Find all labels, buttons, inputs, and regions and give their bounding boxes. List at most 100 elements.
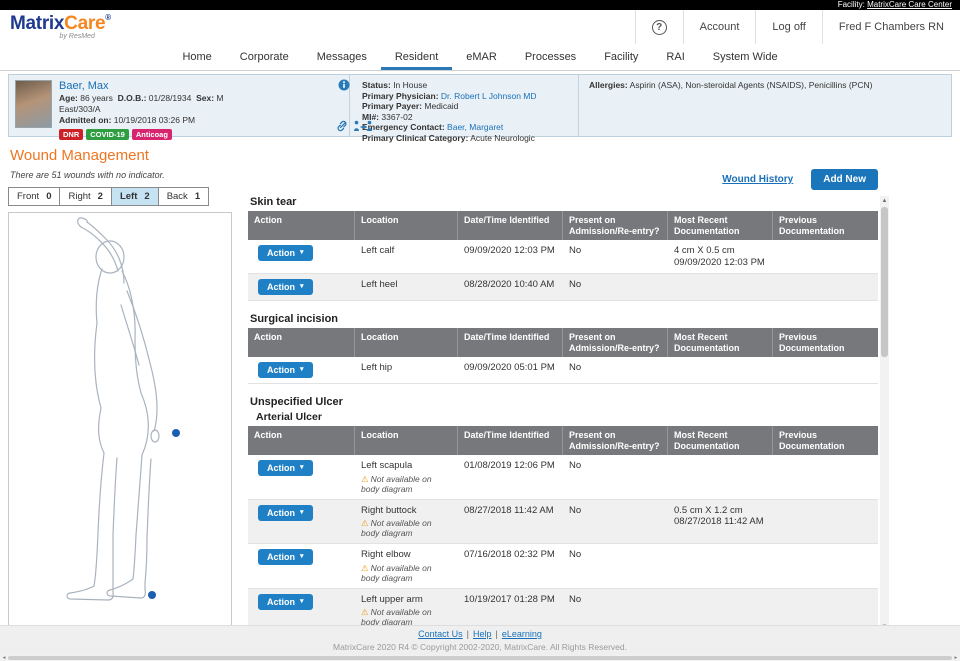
wound-sections: Skin tearActionLocationDate/Time Identif… — [248, 196, 878, 632]
payer-value: Medicaid — [424, 101, 458, 111]
physician-link[interactable]: Dr. Robert L Johnson MD — [441, 91, 537, 101]
caret-down-icon: ▾ — [300, 464, 304, 472]
sex-label: Sex: — [196, 93, 214, 103]
nav-tab-processes[interactable]: Processes — [511, 44, 590, 70]
footer-link-contact-us[interactable]: Contact Us — [418, 629, 463, 639]
column-header-most-recent-documentation: Most Recent Documentation — [668, 328, 773, 357]
location-text: Right elbow — [361, 549, 452, 561]
previous-doc-cell — [773, 544, 878, 588]
nav-tab-system-wide[interactable]: System Wide — [699, 44, 792, 70]
column-header-present-on-admission-re-entry-: Present on Admission/Re-entry? — [563, 211, 668, 240]
caret-down-icon: ▾ — [300, 249, 304, 257]
action-button[interactable]: Action▾ — [258, 362, 313, 378]
nav-tab-rai[interactable]: RAI — [652, 44, 698, 70]
action-button[interactable]: Action▾ — [258, 460, 313, 476]
present-on-admission-cell: No — [563, 274, 668, 300]
position-tab-right[interactable]: Right2 — [60, 188, 111, 205]
section-title-unspecified-ulcer: Unspecified Ulcer — [250, 396, 878, 408]
footer-links: Contact Us|Help|eLearning — [0, 629, 960, 640]
column-header-most-recent-documentation: Most Recent Documentation — [668, 426, 773, 455]
nav-tab-messages[interactable]: Messages — [303, 44, 381, 70]
dob-label: D.O.B.: — [118, 93, 147, 103]
sex-value: M — [216, 93, 223, 103]
present-on-admission-cell: No — [563, 240, 668, 273]
horizontal-scrollbar[interactable]: ◄ ► — [0, 655, 960, 661]
emergency-contact-link[interactable]: Baer, Margaret — [447, 122, 503, 132]
column-header-present-on-admission-re-entry-: Present on Admission/Re-entry? — [563, 426, 668, 455]
resident-transfer-icon[interactable] — [353, 120, 373, 132]
action-button[interactable]: Action▾ — [258, 279, 313, 295]
previous-doc-cell — [773, 274, 878, 300]
hscrollbar-thumb[interactable] — [8, 656, 952, 660]
facility-label: Facility: — [838, 0, 865, 9]
present-on-admission-cell: No — [563, 455, 668, 499]
column-header-previous-documentation: Previous Documentation — [773, 426, 878, 455]
wound-table: ActionLocationDate/Time IdentifiedPresen… — [248, 328, 878, 384]
scroll-up-icon[interactable]: ▲ — [880, 196, 889, 206]
action-button[interactable]: Action▾ — [258, 505, 313, 521]
nav-tab-corporate[interactable]: Corporate — [226, 44, 303, 70]
info-icon[interactable] — [338, 79, 350, 91]
footer-link-elearning[interactable]: eLearning — [502, 629, 542, 639]
facility-link[interactable]: MatrixCare Care Center — [867, 0, 952, 9]
action-button[interactable]: Action▾ — [258, 549, 313, 565]
scroll-right-icon[interactable]: ► — [952, 655, 960, 661]
wound-toolbar: Wound History Add New — [248, 169, 878, 190]
footer-link-separator: | — [467, 629, 469, 639]
scrollbar-thumb[interactable] — [881, 207, 888, 357]
action-button[interactable]: Action▾ — [258, 594, 313, 610]
location-cell: Right buttock⚠Not available on body diag… — [355, 500, 458, 544]
wound-indicator-dot[interactable] — [172, 429, 180, 437]
nav-tabs: HomeCorporateMessagesResidenteMARProcess… — [0, 44, 960, 71]
add-new-button[interactable]: Add New — [811, 169, 878, 190]
location-text: Left upper arm — [361, 594, 452, 606]
position-tab-left[interactable]: Left2 — [112, 188, 159, 205]
action-button[interactable]: Action▾ — [258, 245, 313, 261]
wound-table: ActionLocationDate/Time IdentifiedPresen… — [248, 211, 878, 301]
table-scrollbar[interactable]: ▲ ▼ — [880, 196, 889, 632]
copyright-text: MatrixCare 2020 R4 © Copyright 2002-2020… — [0, 642, 960, 652]
badge-covid-19: COVID-19 — [86, 129, 129, 140]
admitted-label: Admitted on: — [59, 115, 111, 125]
warning-text: Not available on body diagram — [361, 607, 432, 627]
present-on-admission-cell: No — [563, 544, 668, 588]
caret-down-icon: ▾ — [300, 283, 304, 291]
wound-table-viewport: Skin tearActionLocationDate/Time Identif… — [248, 196, 878, 632]
nav-tab-facility[interactable]: Facility — [590, 44, 652, 70]
logo-tagline: by ResMed — [10, 33, 111, 40]
section-title-surgical-incision: Surgical incision — [250, 313, 878, 325]
wound-indicator-dot[interactable] — [148, 591, 156, 599]
wound-history-link[interactable]: Wound History — [722, 174, 793, 185]
body-diagram[interactable] — [8, 212, 232, 631]
column-header-location: Location — [355, 328, 458, 357]
patient-allergies: Allergies: Aspirin (ASA), Non-steroidal … — [579, 75, 951, 136]
previous-doc-cell — [773, 500, 878, 544]
nav-tab-resident[interactable]: Resident — [381, 44, 452, 70]
payer-label: Primary Payer: — [362, 101, 422, 111]
location-text: Left hip — [361, 362, 452, 374]
dob-value: 01/28/1934 — [149, 93, 192, 103]
logoff-button[interactable]: Log off — [755, 10, 821, 44]
help-icon: ? — [652, 20, 667, 35]
most-recent-doc-cell: 4 cm X 0.5 cm09/09/2020 12:03 PM — [668, 240, 773, 273]
attachment-icon[interactable] — [336, 120, 348, 132]
nav-tab-home[interactable]: Home — [168, 44, 225, 70]
footer-link-help[interactable]: Help — [473, 629, 492, 639]
position-tab-front[interactable]: Front0 — [9, 188, 60, 205]
warning-icon: ⚠ — [361, 474, 369, 484]
scroll-left-icon[interactable]: ◄ — [0, 655, 8, 661]
location-cell: Left scapula⚠Not available on body diagr… — [355, 455, 458, 499]
warning-text: Not available on body diagram — [361, 563, 432, 583]
account-button[interactable]: Account — [683, 10, 756, 44]
position-tab-back[interactable]: Back1 — [159, 188, 208, 205]
patient-name-link[interactable]: Baer, Max — [59, 80, 224, 92]
nav-tab-emar[interactable]: eMAR — [452, 44, 511, 70]
column-header-date-time-identified: Date/Time Identified — [458, 211, 563, 240]
column-header-action: Action — [248, 426, 355, 455]
help-button[interactable]: ? — [635, 10, 683, 44]
patient-room: East/303/A — [59, 104, 224, 115]
column-header-location: Location — [355, 211, 458, 240]
position-tab-label: Front — [17, 191, 39, 202]
previous-doc-cell — [773, 357, 878, 383]
diagram-warning: ⚠Not available on body diagram — [361, 563, 452, 583]
